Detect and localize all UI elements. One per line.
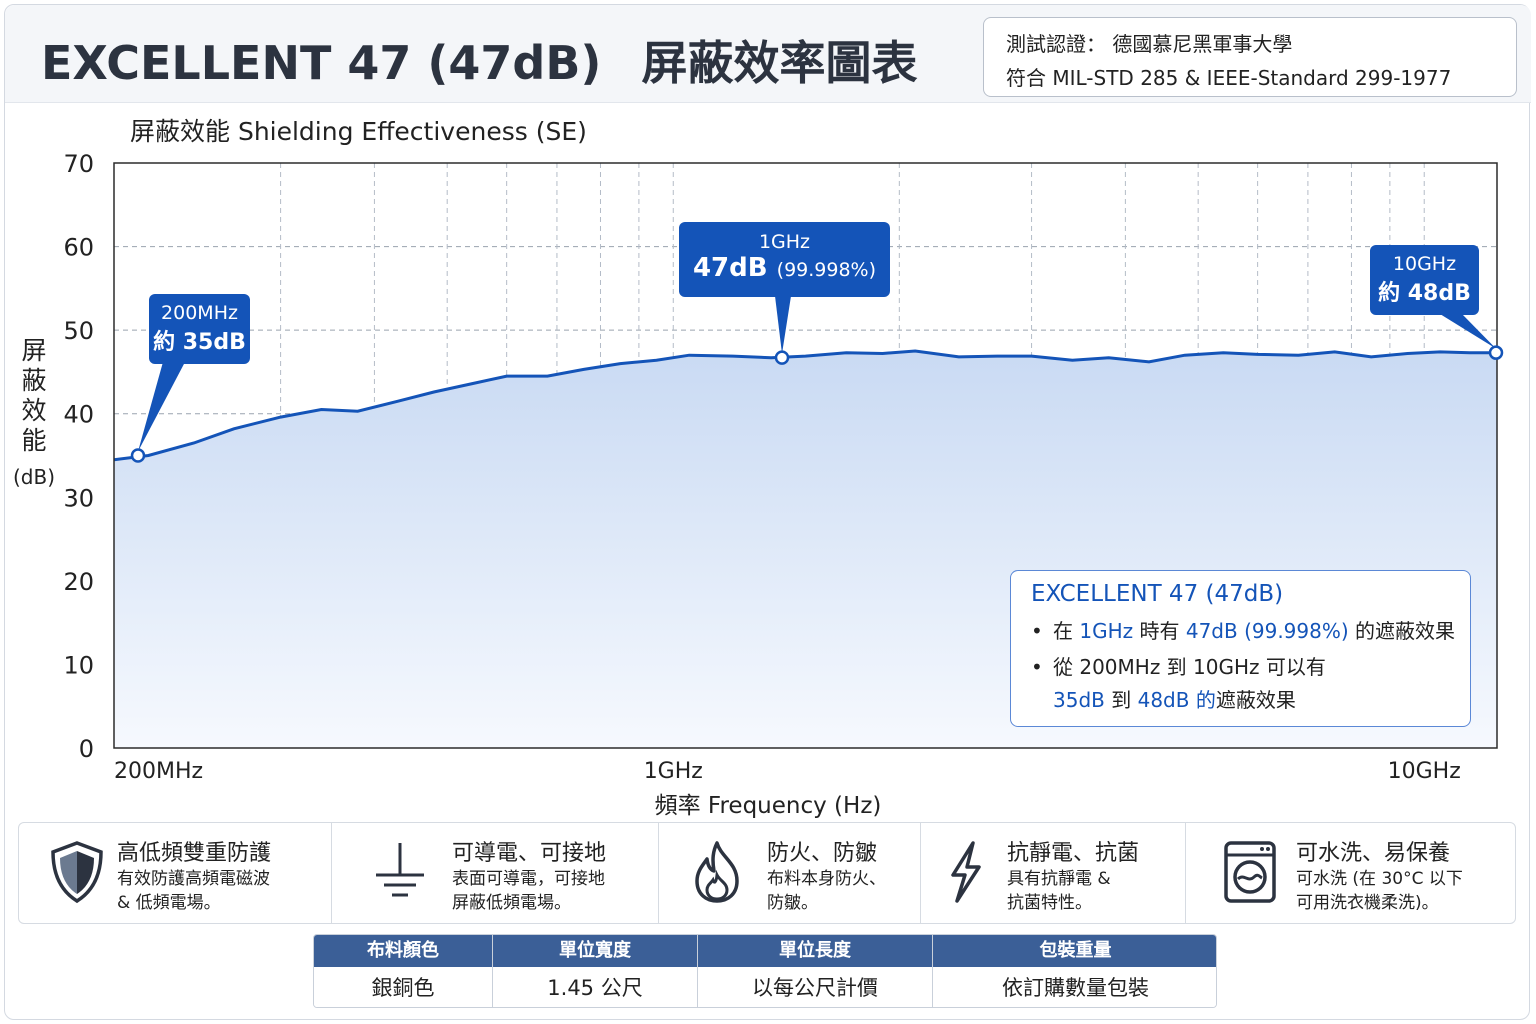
spec-value: 銀銅色 bbox=[314, 967, 492, 1007]
features-strip: 高低頻雙重防護 有效防護高頻電磁波 & 低頻電場。 可導電、可接地 表面可導電，可… bbox=[18, 822, 1516, 924]
callout-1ghz-db: 47dB bbox=[692, 253, 768, 283]
legend-text: 從 200MHz 到 10GHz 可以有 bbox=[1053, 655, 1326, 679]
y-tick-label: 30 bbox=[63, 484, 94, 512]
legend-highlight: 35dB bbox=[1053, 688, 1105, 712]
spec-header: 單位寬度 bbox=[493, 935, 697, 967]
lightning-icon bbox=[933, 837, 997, 907]
feature-desc: 表面可導電，可接地 屏蔽低頻電場。 bbox=[452, 867, 605, 915]
legend-line-2: • 從 200MHz 到 10GHz 可以有 bbox=[1031, 649, 1470, 685]
legend-box: EXCELLENT 47 (47dB) • 在 1GHz 時有 47dB (99.… bbox=[1010, 570, 1471, 727]
callout-1ghz: 1GHz 47dB (99.998%) bbox=[679, 222, 890, 297]
legend-title: EXCELLENT 47 (47dB) bbox=[1031, 581, 1284, 607]
feature-desc-2: 可用洗衣機柔洗)。 bbox=[1296, 893, 1439, 913]
y-tick-label: 50 bbox=[63, 317, 94, 345]
legend-highlight: 48dB 的 bbox=[1137, 688, 1216, 712]
callout-10ghz-freq: 10GHz bbox=[1392, 253, 1457, 275]
feature-item: 可水洗、易保養 可水洗 (在 30°C 以下 可用洗衣機柔洗)。 bbox=[1186, 823, 1517, 923]
feature-title: 防火、防皺 bbox=[767, 841, 878, 866]
y-tick-label: 60 bbox=[63, 234, 94, 262]
y-tick-labels: 0 10 20 30 40 50 60 70 bbox=[63, 150, 94, 763]
spec-column: 布料顏色 銀銅色 bbox=[314, 935, 493, 1007]
spec-header: 布料顏色 bbox=[314, 935, 492, 967]
x-tick-label: 200MHz bbox=[114, 759, 203, 784]
data-marker bbox=[1488, 345, 1504, 360]
data-marker bbox=[130, 448, 146, 463]
callout-1ghz-value: 47dB (99.998%) bbox=[679, 253, 890, 283]
y-tick-label: 0 bbox=[79, 735, 94, 763]
spec-column: 包裝重量 依訂購數量包裝 bbox=[933, 935, 1216, 1007]
ground-icon bbox=[368, 837, 432, 907]
callout-10ghz-value: 約 48dB bbox=[1378, 281, 1471, 306]
bullet-icon: • bbox=[1031, 655, 1043, 679]
feature-title: 高低頻雙重防護 bbox=[117, 841, 272, 866]
legend-text: 的遮蔽效果 bbox=[1348, 619, 1456, 643]
spec-table: 布料顏色 銀銅色 單位寬度 1.45 公尺 單位長度 以每公尺計價 包裝重量 依… bbox=[313, 934, 1217, 1008]
callout-200mhz-value: 約 35dB bbox=[153, 330, 246, 355]
feature-item: 防火、防皺 布料本身防火、 防皺。 bbox=[659, 823, 921, 923]
legend-text: 遮蔽效果 bbox=[1215, 688, 1296, 712]
legend-text: 到 bbox=[1104, 688, 1138, 712]
x-axis-title: 頻率 Frequency (Hz) bbox=[654, 793, 882, 819]
legend-line-3: 35dB 到 48dB 的遮蔽效果 bbox=[1031, 685, 1470, 715]
data-marker bbox=[774, 350, 790, 365]
callout-10ghz: 10GHz 約 48dB bbox=[1370, 245, 1479, 315]
x-tick-label: 1GHz bbox=[644, 759, 703, 784]
callout-200mhz-freq: 200MHz bbox=[161, 302, 238, 324]
y-tick-label: 10 bbox=[63, 651, 94, 679]
spec-value: 依訂購數量包裝 bbox=[933, 967, 1216, 1007]
callout-pointer bbox=[1440, 314, 1496, 349]
feature-desc-2: 抗菌特性。 bbox=[1007, 893, 1092, 913]
spec-column: 單位寬度 1.45 公尺 bbox=[493, 935, 698, 1007]
feature-item: 可導電、可接地 表面可導電，可接地 屏蔽低頻電場。 bbox=[332, 823, 659, 923]
shield-icon bbox=[45, 837, 109, 907]
spec-header: 單位長度 bbox=[698, 935, 932, 967]
feature-desc: 可水洗 (在 30°C 以下 可用洗衣機柔洗)。 bbox=[1296, 867, 1463, 915]
callout-1ghz-freq: 1GHz bbox=[758, 231, 811, 253]
y-tick-label: 70 bbox=[63, 150, 94, 178]
spec-column: 單位長度 以每公尺計價 bbox=[698, 935, 933, 1007]
bullet-icon: • bbox=[1031, 619, 1043, 643]
feature-desc-1: 具有抗靜電 & bbox=[1007, 869, 1111, 889]
legend-highlight: 47dB (99.998%) bbox=[1185, 619, 1349, 643]
washing-machine-icon bbox=[1218, 837, 1282, 907]
spec-value: 以每公尺計價 bbox=[698, 967, 932, 1007]
x-tick-labels: 200MHz 1GHz 10GHz bbox=[114, 759, 1461, 784]
feature-desc-2: 屏蔽低頻電場。 bbox=[452, 893, 571, 913]
y-tick-label: 20 bbox=[63, 568, 94, 596]
feature-desc-2: & 低頻電場。 bbox=[117, 893, 221, 913]
callout-200mhz: 200MHz 約 35dB bbox=[149, 294, 250, 364]
spec-value: 1.45 公尺 bbox=[493, 967, 697, 1007]
feature-item: 高低頻雙重防護 有效防護高頻電磁波 & 低頻電場。 bbox=[19, 823, 332, 923]
feature-title: 抗靜電、抗菌 bbox=[1007, 841, 1140, 866]
feature-desc-1: 布料本身防火、 bbox=[767, 869, 886, 889]
feature-desc-2: 防皺。 bbox=[767, 893, 818, 913]
callout-pointer bbox=[775, 296, 791, 354]
legend-highlight: 1GHz bbox=[1079, 619, 1134, 643]
feature-title: 可水洗、易保養 bbox=[1296, 841, 1451, 866]
spec-header: 包裝重量 bbox=[933, 935, 1216, 967]
legend-text: 時有 bbox=[1133, 619, 1186, 643]
feature-desc: 布料本身防火、 防皺。 bbox=[767, 867, 886, 915]
feature-desc: 有效防護高頻電磁波 & 低頻電場。 bbox=[117, 867, 270, 915]
y-tick-label: 40 bbox=[63, 401, 94, 429]
legend-text: 在 bbox=[1053, 619, 1080, 643]
feature-title: 可導電、可接地 bbox=[452, 841, 607, 866]
feature-desc-1: 可水洗 (在 30°C 以下 bbox=[1296, 869, 1463, 889]
feature-desc-1: 表面可導電，可接地 bbox=[452, 869, 605, 889]
callout-pointer bbox=[138, 362, 185, 452]
x-tick-label: 10GHz bbox=[1388, 759, 1461, 784]
callout-1ghz-percent: (99.998%) bbox=[776, 259, 877, 281]
flame-icon bbox=[685, 837, 749, 907]
feature-desc-1: 有效防護高頻電磁波 bbox=[117, 869, 270, 889]
feature-item: 抗靜電、抗菌 具有抗靜電 & 抗菌特性。 bbox=[921, 823, 1186, 923]
feature-desc: 具有抗靜電 & 抗菌特性。 bbox=[1007, 867, 1111, 915]
legend-line-1: • 在 1GHz 時有 47dB (99.998%) 的遮蔽效果 bbox=[1031, 613, 1470, 649]
